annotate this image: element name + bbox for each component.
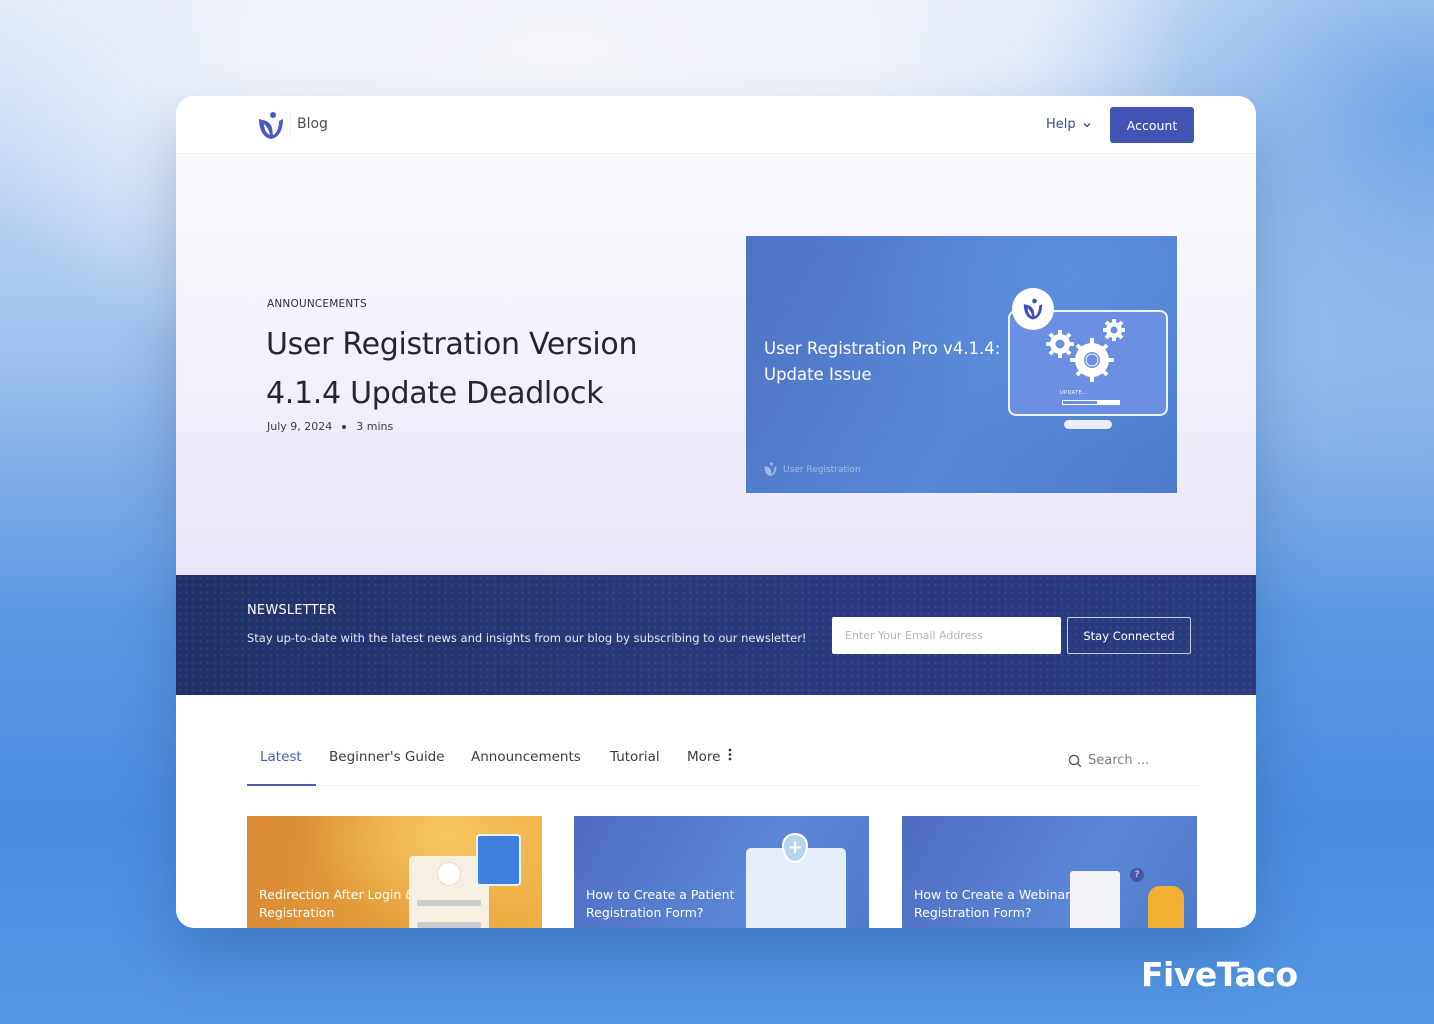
form-illustration xyxy=(1070,871,1120,928)
field-line xyxy=(417,922,481,928)
browser-window: Blog Help Account ANNOUNCEMENTS User Reg… xyxy=(176,96,1256,928)
post-card-title: How to Create a Patient Registration For… xyxy=(586,887,735,920)
update-progress-bar xyxy=(1062,400,1120,405)
post-card-title: Redirection After Login & Registration xyxy=(259,887,415,920)
tab-latest[interactable]: Latest xyxy=(260,749,302,765)
search-icon xyxy=(1068,754,1082,767)
featured-post: ANNOUNCEMENTS User Registration Version … xyxy=(176,154,1256,575)
tab-more-label: More xyxy=(687,749,721,765)
post-card-title: How to Create a Webinar Registration For… xyxy=(914,887,1071,920)
blog-label[interactable]: Blog xyxy=(297,116,328,132)
newsletter-description: Stay up-to-date with the latest news and… xyxy=(247,631,807,645)
fivetaco-watermark: FiveTaco xyxy=(1141,955,1298,994)
post-card[interactable]: How to Create a Webinar Registration For… xyxy=(902,816,1197,928)
more-vertical-icon xyxy=(728,748,732,761)
field-line xyxy=(417,900,481,906)
chevron-down-icon xyxy=(1083,122,1091,127)
gears-icon xyxy=(1046,319,1125,382)
logo-badge xyxy=(1012,288,1054,330)
account-button[interactable]: Account xyxy=(1110,107,1194,143)
post-meta: July 9, 2024 3 mins xyxy=(267,420,393,433)
post-category[interactable]: ANNOUNCEMENTS xyxy=(267,298,367,310)
search-input[interactable] xyxy=(1088,753,1208,768)
email-input[interactable] xyxy=(832,617,1061,654)
document-illustration xyxy=(476,834,521,886)
tab-announcements[interactable]: Announcements xyxy=(471,749,581,765)
help-label: Help xyxy=(1046,117,1076,132)
site-header: Blog Help Account xyxy=(176,96,1256,154)
update-progress-fill xyxy=(1063,401,1097,404)
meta-separator-dot xyxy=(342,424,347,429)
person-illustration xyxy=(1148,886,1184,928)
question-bubble-icon: ? xyxy=(1130,868,1144,882)
tab-beginners-guide[interactable]: Beginner's Guide xyxy=(329,749,445,765)
post-title[interactable]: User Registration Version 4.1.4 Update D… xyxy=(266,320,686,418)
monitor-stand xyxy=(1064,420,1112,429)
user-registration-logo-icon xyxy=(764,462,777,476)
brand-name: User Registration xyxy=(783,464,861,475)
user-registration-logo-icon xyxy=(1023,298,1043,319)
post-card[interactable]: Redirection After Login & Registration xyxy=(247,816,542,928)
stay-connected-button[interactable]: Stay Connected xyxy=(1067,617,1191,654)
read-time: 3 mins xyxy=(356,420,394,433)
featured-image-brand: User Registration xyxy=(764,462,861,477)
featured-image[interactable]: User Registration Pro v4.1.4: Update Iss… xyxy=(746,236,1177,493)
update-status-text: UPDATE... xyxy=(1060,390,1089,396)
tab-tutorial[interactable]: Tutorial xyxy=(610,749,660,765)
search-box[interactable] xyxy=(1068,753,1208,768)
user-registration-logo-icon[interactable] xyxy=(258,111,284,141)
newsletter-section: NEWSLETTER Stay up-to-date with the late… xyxy=(176,575,1256,695)
tab-more[interactable]: More xyxy=(687,748,732,765)
avatar-illustration xyxy=(437,862,461,886)
featured-image-title: User Registration Pro v4.1.4: Update Iss… xyxy=(764,339,1001,384)
active-tab-indicator xyxy=(247,784,316,786)
post-date: July 9, 2024 xyxy=(267,420,333,433)
help-menu[interactable]: Help xyxy=(1046,117,1092,132)
post-card[interactable]: How to Create a Patient Registration For… xyxy=(574,816,869,928)
logo-divider xyxy=(290,112,291,138)
newsletter-title: NEWSLETTER xyxy=(247,603,337,618)
category-tabs: Latest Beginner's Guide Announcements Tu… xyxy=(247,736,1208,786)
